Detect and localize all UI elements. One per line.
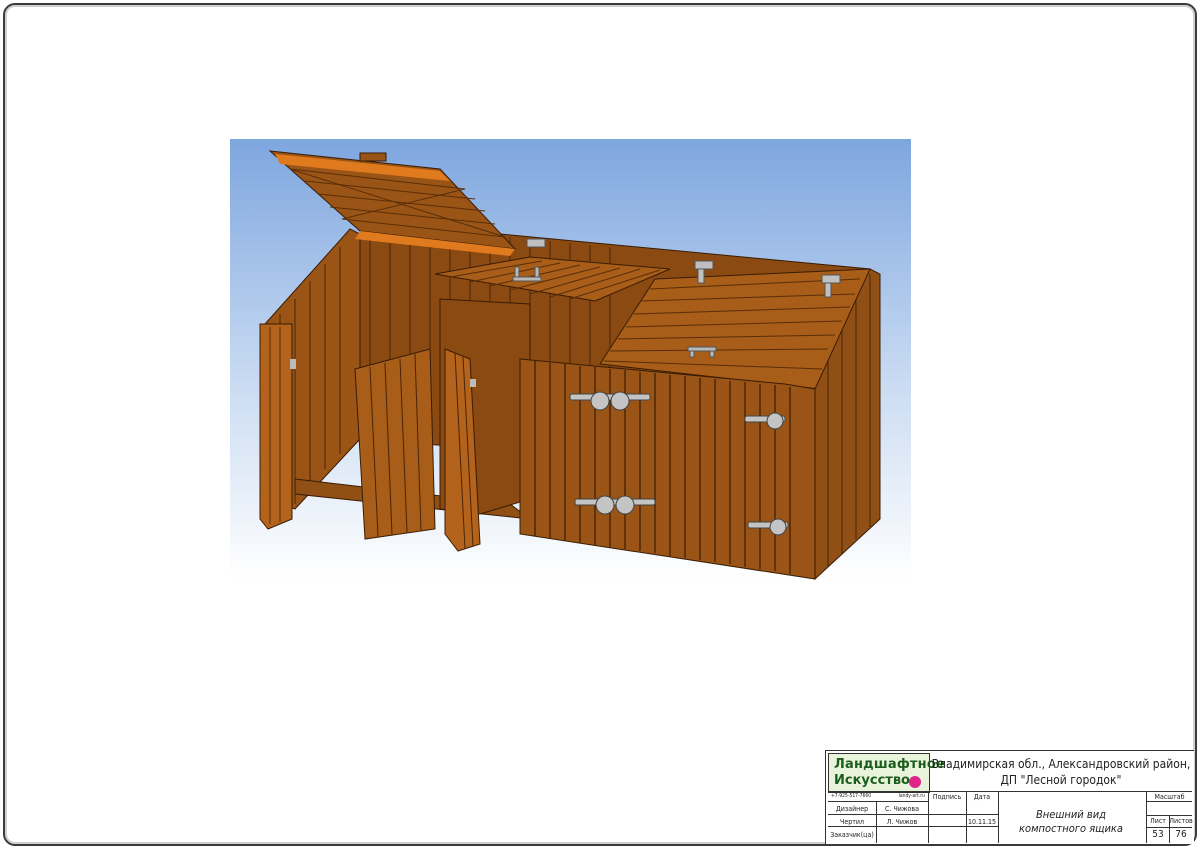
drawing-title-line1: Внешний вид [1036, 808, 1106, 821]
sheets-total: 76 [1175, 829, 1187, 840]
row-name-designer: С. Чижова [885, 805, 919, 813]
row-role-drafter: Чертил [840, 818, 864, 826]
address-line2: ДП "Лесной городок" [1000, 773, 1122, 787]
logo-text-line1: Ландшафтное [834, 757, 945, 772]
row-role-customer: Заказчик(ца) [830, 831, 874, 839]
website: landy-art.ru [898, 793, 925, 799]
sheet-number: 53 [1152, 829, 1164, 840]
row-date-drafter: 10.11.15 [967, 818, 997, 826]
header-scale: Масштаб [1154, 793, 1185, 801]
row-name-drafter: Л. Чижов [886, 818, 918, 826]
company-logo: Ландшафтное Искусство [828, 753, 945, 793]
drawing-title: Внешний вид компостного ящика [996, 808, 1146, 836]
drawing-title-line2: компостного ящика [1019, 822, 1123, 835]
middle-door-left [354, 348, 436, 540]
row-role-designer: Дизайнер [835, 805, 869, 813]
header-date: Дата [973, 793, 991, 801]
left-door-hinge-icon [290, 359, 296, 369]
left-open-door [259, 323, 293, 530]
logo-dot-icon [909, 776, 921, 788]
logo-text-line2: Искусство [834, 773, 910, 788]
phone-number: +7-925-517-7660 [831, 793, 872, 799]
lid-handle-icon [359, 152, 387, 162]
header-signature: Подпись [932, 793, 962, 801]
sheet-label: Лист [1150, 817, 1166, 825]
sheets-label: Листов [1169, 817, 1193, 825]
compost-bin-render [230, 139, 911, 580]
address-line1: Владимирская обл., Александровский район… [931, 757, 1191, 771]
compost-bin-illustration [230, 139, 911, 580]
project-address: Владимирская обл., Александровский район… [930, 753, 1192, 791]
contacts: +7-925-517-7660 landy-art.ru [828, 792, 928, 800]
title-block: Ландшафтное Искусство Владимирская обл.,… [825, 750, 1194, 844]
middle-door-hinge-icon [470, 379, 476, 387]
